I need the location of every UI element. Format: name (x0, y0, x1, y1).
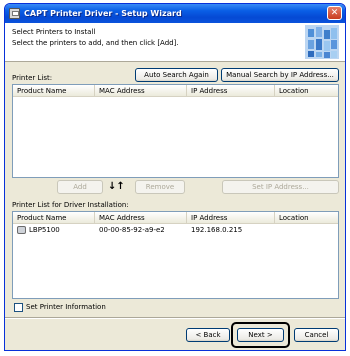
close-button[interactable]: ✕ (327, 6, 342, 20)
auto-search-again-button[interactable]: Auto Search Again (135, 68, 218, 82)
product-name-cell: LBP5100 (29, 226, 60, 234)
manual-search-by-ip-button[interactable]: Manual Search by IP Address... (221, 68, 339, 82)
window-title: CAPT Printer Driver - Setup Wizard (24, 9, 182, 18)
column-location[interactable]: Location (275, 85, 340, 97)
header-subtitle: Select the printers to add, and then cli… (12, 39, 179, 47)
install-list[interactable]: Product Name MAC Address IP Address Loca… (12, 211, 339, 299)
column-mac-address[interactable]: MAC Address (95, 212, 187, 224)
footer-divider (5, 317, 345, 319)
install-list-label: Printer List for Driver Installation: (12, 201, 129, 209)
move-arrows-icon: ↓↑ (108, 181, 125, 192)
header-title: Select Printers to Install (12, 28, 96, 36)
wizard-graphic-icon (305, 25, 339, 59)
column-ip-address[interactable]: IP Address (187, 212, 275, 224)
title-bar[interactable]: CAPT Printer Driver - Setup Wizard ✕ (5, 4, 345, 23)
cancel-button[interactable]: Cancel (294, 328, 339, 342)
column-mac-address[interactable]: MAC Address (95, 85, 187, 97)
printer-list[interactable]: Product Name MAC Address IP Address Loca… (12, 84, 339, 178)
column-location[interactable]: Location (275, 212, 340, 224)
remove-button[interactable]: Remove (135, 180, 185, 194)
column-product-name[interactable]: Product Name (13, 212, 95, 224)
column-ip-address[interactable]: IP Address (187, 85, 275, 97)
set-ip-address-button[interactable]: Set IP Address... (222, 180, 339, 194)
setup-wizard-window: CAPT Printer Driver - Setup Wizard ✕ Sel… (4, 3, 346, 351)
printer-list-label: Printer List: (12, 74, 53, 82)
table-row[interactable]: LBP5100 00-00-85-92-a9-e2 192.168.0.215 (13, 225, 338, 236)
ip-address-cell: 192.168.0.215 (191, 226, 243, 234)
back-button[interactable]: < Back (186, 328, 230, 342)
install-list-header: Product Name MAC Address IP Address Loca… (13, 212, 338, 224)
column-product-name[interactable]: Product Name (13, 85, 95, 97)
wizard-header: Select Printers to Install Select the pr… (5, 23, 345, 62)
next-button[interactable]: Next > (237, 328, 284, 342)
printer-list-header: Product Name MAC Address IP Address Loca… (13, 85, 338, 97)
add-button[interactable]: Add (57, 180, 103, 194)
set-printer-info-label[interactable]: Set Printer Information (26, 303, 106, 311)
set-printer-info-checkbox[interactable] (14, 303, 23, 312)
mac-address-cell: 00-00-85-92-a9-e2 (99, 226, 165, 234)
printer-app-icon (9, 8, 20, 19)
